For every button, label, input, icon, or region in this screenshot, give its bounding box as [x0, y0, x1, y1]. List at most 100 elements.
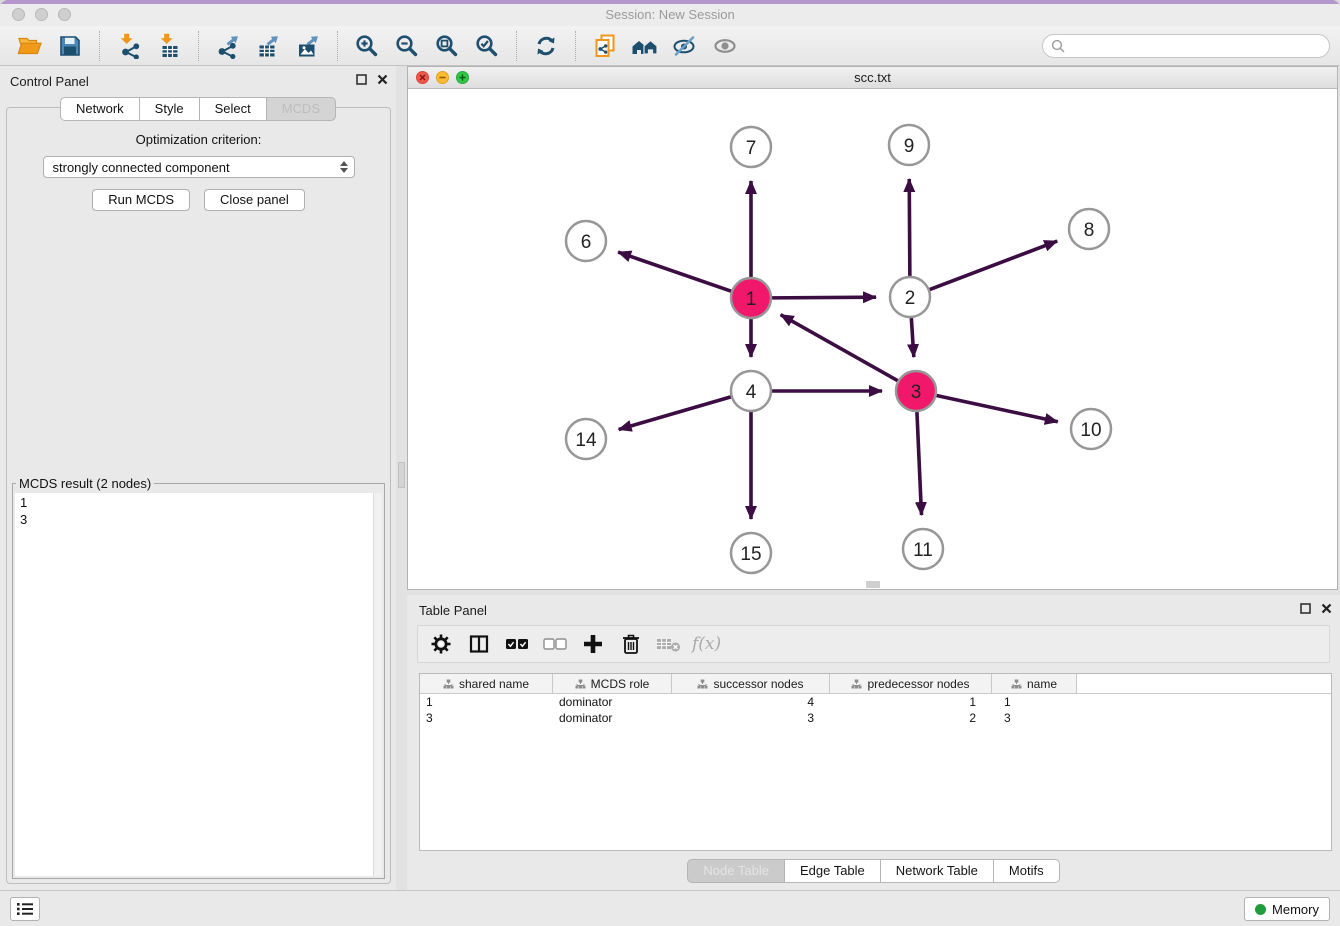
graph-node-14[interactable]: 14 [566, 419, 606, 459]
mcds-result-box[interactable]: 13 [15, 493, 382, 876]
graph-node-3[interactable]: 3 [896, 371, 936, 411]
export-table-button[interactable] [250, 29, 286, 63]
column-header-label: successor nodes [713, 677, 803, 691]
search-icon [1051, 39, 1065, 53]
graph-edge-3-10[interactable] [937, 395, 1058, 421]
table-options-button[interactable] [426, 629, 456, 659]
graph-edge-3-11[interactable] [917, 412, 922, 515]
graph-edge-2-9[interactable] [909, 179, 910, 276]
mcds-result-title: MCDS result (2 nodes) [16, 476, 154, 491]
close-window-button[interactable] [12, 8, 25, 21]
criterion-value: strongly connected component [53, 160, 340, 175]
tab-network[interactable]: Network [60, 97, 140, 121]
table-cell: 2 [830, 711, 992, 725]
criterion-select[interactable]: strongly connected component [43, 156, 355, 178]
zoom-fit-button[interactable] [429, 29, 465, 63]
toolbar-separator [575, 31, 576, 61]
create-column-button[interactable] [578, 629, 608, 659]
graph-edge-4-14[interactable] [619, 397, 731, 430]
graph-node-10[interactable]: 10 [1071, 409, 1111, 449]
graph-node-1[interactable]: 1 [731, 278, 771, 318]
table-row[interactable]: 3dominator323 [420, 710, 1331, 726]
zoom-in-button[interactable] [349, 29, 385, 63]
network-close-button[interactable] [416, 71, 429, 84]
show-graphics-details-button[interactable] [707, 29, 743, 63]
memory-button[interactable]: Memory [1244, 897, 1330, 921]
delete-columns-button[interactable] [616, 629, 646, 659]
column-header-successor-nodes[interactable]: successor nodes [672, 674, 830, 693]
export-image-button[interactable] [290, 29, 326, 63]
column-header-MCDS-role[interactable]: MCDS role [553, 674, 672, 693]
export-network-button[interactable] [210, 29, 246, 63]
graph-edge-2-8[interactable] [930, 241, 1058, 289]
close-panel-icon[interactable] [1321, 603, 1332, 614]
graph-edge-2-3[interactable] [911, 318, 913, 357]
eye-slash-icon [671, 33, 699, 59]
run-mcds-button[interactable]: Run MCDS [92, 189, 190, 211]
graph-node-7[interactable]: 7 [731, 127, 771, 167]
result-scrollbar[interactable] [373, 493, 382, 876]
graph-edge-3-1[interactable] [781, 315, 898, 381]
graph-node-6[interactable]: 6 [566, 221, 606, 261]
float-panel-icon[interactable] [356, 74, 367, 85]
graph-node-15[interactable]: 15 [731, 533, 771, 573]
minimize-window-button[interactable] [35, 8, 48, 21]
canvas-resize-grip[interactable] [866, 581, 880, 588]
graph-node-11[interactable]: 11 [903, 529, 943, 569]
toolbar-separator [337, 31, 338, 61]
tab-node-table[interactable]: Node Table [687, 859, 785, 883]
task-history-button[interactable] [10, 897, 40, 921]
graph-node-9[interactable]: 9 [889, 125, 929, 165]
float-panel-icon[interactable] [1300, 603, 1311, 614]
tab-edge-table[interactable]: Edge Table [785, 859, 881, 883]
hide-graphics-details-button[interactable] [667, 29, 703, 63]
tab-style[interactable]: Style [140, 97, 200, 121]
close-panel-icon[interactable] [377, 74, 388, 85]
column-header-label: predecessor nodes [867, 677, 969, 691]
save-session-button[interactable] [52, 29, 88, 63]
zoom-window-button[interactable] [58, 8, 71, 21]
search-input[interactable] [1070, 38, 1321, 53]
table-row[interactable]: 1dominator411 [420, 694, 1331, 710]
column-header-shared-name[interactable]: shared name [420, 674, 553, 693]
network-minimize-button[interactable] [436, 71, 449, 84]
column-header-predecessor-nodes[interactable]: predecessor nodes [830, 674, 992, 693]
graph-edge-1-6[interactable] [618, 252, 731, 291]
duplicate-network-button[interactable] [587, 29, 623, 63]
tab-network-table[interactable]: Network Table [881, 859, 994, 883]
zoom-selected-button[interactable] [469, 29, 505, 63]
delete-table-icon [656, 635, 682, 653]
tab-mcds[interactable]: MCDS [267, 97, 336, 121]
network-home-button[interactable] [627, 29, 663, 63]
graph-node-4[interactable]: 4 [731, 371, 771, 411]
show-columns-button[interactable] [464, 629, 494, 659]
tab-select[interactable]: Select [200, 97, 267, 121]
network-zoom-button[interactable] [456, 71, 469, 84]
table-cell: 3 [420, 711, 553, 725]
import-network-button[interactable] [111, 29, 147, 63]
control-panel: Control Panel NetworkStyleSelectMCDS Opt… [0, 66, 396, 890]
graph-edge-1-2[interactable] [772, 297, 876, 298]
close-panel-button[interactable]: Close panel [204, 189, 305, 211]
select-all-button[interactable] [502, 629, 532, 659]
control-panel-tabs: NetworkStyleSelectMCDS [0, 97, 396, 121]
network-graph: 7 9 6 8 1 2 4 3 14 10 15 11 [408, 89, 1337, 589]
tab-motifs[interactable]: Motifs [994, 859, 1060, 883]
column-header-name[interactable]: name [992, 674, 1077, 693]
network-canvas[interactable]: 7 9 6 8 1 2 4 3 14 10 15 11 [408, 89, 1337, 589]
control-panel-title: Control Panel [0, 66, 396, 89]
table-cell: 1 [992, 695, 1077, 709]
graph-node-8[interactable]: 8 [1069, 209, 1109, 249]
deselect-all-button[interactable] [540, 629, 570, 659]
zoom-out-button[interactable] [389, 29, 425, 63]
table-panel-title: Table Panel [407, 595, 1340, 618]
open-session-button[interactable] [12, 29, 48, 63]
export-network-icon [215, 33, 241, 59]
table-cell: 3 [992, 711, 1077, 725]
panel-splitter[interactable] [396, 66, 407, 890]
svg-text:6: 6 [581, 232, 592, 253]
open-folder-icon [17, 34, 43, 58]
import-table-button[interactable] [151, 29, 187, 63]
refresh-button[interactable] [528, 29, 564, 63]
graph-node-2[interactable]: 2 [890, 277, 930, 317]
